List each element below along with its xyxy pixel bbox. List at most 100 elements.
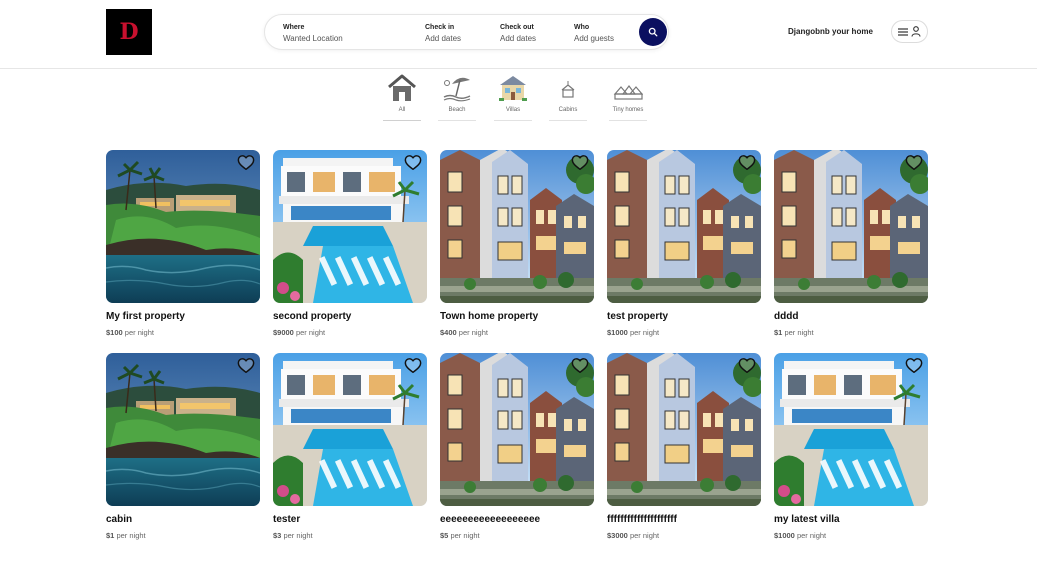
guests-field[interactable]: Who Add guests <box>574 23 614 44</box>
where-label: Where <box>283 24 305 31</box>
listing-image[interactable] <box>106 150 260 303</box>
listing-title[interactable]: cabin <box>106 513 260 526</box>
listing-image[interactable] <box>440 353 594 506</box>
townhouse-photo <box>607 150 761 303</box>
listing-image[interactable] <box>607 353 761 506</box>
listing-price: $1000 <box>774 531 795 540</box>
user-menu-button[interactable] <box>891 20 928 43</box>
favorite-heart-icon[interactable] <box>905 357 923 375</box>
listing-image[interactable] <box>774 150 928 303</box>
guests-value: Add guests <box>574 34 615 43</box>
user-icon <box>911 26 921 37</box>
listing-price-line: $9000 per night <box>273 328 427 338</box>
listing-price-line: $1 per night <box>774 328 928 338</box>
listing-image[interactable] <box>607 150 761 303</box>
listing-title[interactable]: test property <box>607 310 761 323</box>
search-button[interactable] <box>639 18 667 46</box>
listing-card[interactable]: test property $1000 per night <box>607 150 761 338</box>
category-label-tiny-homes: Tiny homes <box>612 107 644 113</box>
price-suffix: per night <box>450 531 480 540</box>
listing-card[interactable]: second property $9000 per night <box>273 150 427 338</box>
category-tiny-homes[interactable]: Tiny homes <box>606 72 650 121</box>
townhouse-photo <box>440 353 594 506</box>
listing-price: $3 <box>273 531 282 540</box>
favorite-heart-icon[interactable] <box>738 357 756 375</box>
listing-card[interactable]: eeeeeeeeeeeeeeeeee $5 per night <box>440 353 594 541</box>
favorite-heart-icon[interactable] <box>738 154 756 172</box>
favorite-heart-icon[interactable] <box>404 154 422 172</box>
listing-title[interactable]: tester <box>273 513 427 526</box>
beach-umbrella-icon <box>443 77 471 102</box>
category-bar: All Beach Villas Cabins Tiny homes <box>0 72 1037 128</box>
listing-title[interactable]: my latest villa <box>774 513 928 526</box>
category-label-villas: Villas <box>505 107 521 113</box>
listing-card[interactable]: Town home property $400 per night <box>440 150 594 338</box>
favorite-heart-icon[interactable] <box>571 357 589 375</box>
category-label-all: All <box>398 107 406 113</box>
pool-villa-photo <box>273 353 427 506</box>
price-suffix: per night <box>116 531 146 540</box>
listing-card[interactable]: fffffffffffffffffffff $3000 per night <box>607 353 761 541</box>
listing-price: $1000 <box>607 328 628 337</box>
villa-icon <box>499 76 527 101</box>
checkin-label: Check in <box>425 24 455 31</box>
listing-price-line: $1000 per night <box>774 531 928 541</box>
listing-price-line: $400 per night <box>440 328 594 338</box>
checkin-field[interactable]: Check in Add dates <box>425 23 461 44</box>
pool-villa-photo <box>774 353 928 506</box>
favorite-heart-icon[interactable] <box>905 154 923 172</box>
site-logo[interactable]: D <box>106 9 152 55</box>
listing-price: $100 <box>106 328 123 337</box>
listing-image[interactable] <box>273 150 427 303</box>
guests-label: Who <box>574 24 590 31</box>
listing-card[interactable]: my latest villa $1000 per night <box>774 353 928 541</box>
listing-price-line: $1000 per night <box>607 328 761 338</box>
cabin-icon <box>561 81 575 98</box>
listing-card[interactable]: cabin $1 per night <box>106 353 260 541</box>
house-icon <box>388 74 416 101</box>
favorite-heart-icon[interactable] <box>404 357 422 375</box>
listing-card[interactable]: My first property $100 per night <box>106 150 260 338</box>
listing-image[interactable] <box>774 353 928 506</box>
price-suffix: per night <box>283 531 313 540</box>
host-your-home-link[interactable]: Djangobnb your home <box>788 27 873 36</box>
search-bar[interactable]: Where Wanted Location Check in Add dates… <box>264 14 669 50</box>
favorite-heart-icon[interactable] <box>237 154 255 172</box>
listing-image[interactable] <box>273 353 427 506</box>
listing-title[interactable]: second property <box>273 310 427 323</box>
listing-title[interactable]: My first property <box>106 310 260 323</box>
checkout-field[interactable]: Check out Add dates <box>500 23 536 44</box>
favorite-heart-icon[interactable] <box>237 357 255 375</box>
category-beach[interactable]: Beach <box>435 72 479 121</box>
townhouse-photo <box>774 150 928 303</box>
listing-image[interactable] <box>106 353 260 506</box>
listing-title[interactable]: fffffffffffffffffffff <box>607 513 761 526</box>
category-label-cabins: Cabins <box>558 107 578 113</box>
townhouse-photo <box>440 150 594 303</box>
price-suffix: per night <box>796 531 827 540</box>
listing-card[interactable]: tester $3 per night <box>273 353 427 541</box>
listing-title[interactable]: eeeeeeeeeeeeeeeeee <box>440 513 594 526</box>
listing-price: $400 <box>440 328 457 337</box>
price-suffix: per night <box>629 531 660 540</box>
listing-image[interactable] <box>440 150 594 303</box>
tiny-homes-icon <box>613 85 643 100</box>
price-suffix: per night <box>458 328 488 337</box>
listing-title[interactable]: Town home property <box>440 310 594 323</box>
where-field[interactable]: Where Wanted Location <box>283 23 343 44</box>
checkout-label: Check out <box>500 24 534 31</box>
menu-icon <box>898 27 908 36</box>
favorite-heart-icon[interactable] <box>571 154 589 172</box>
listing-title[interactable]: dddd <box>774 310 928 323</box>
listing-price: $1 <box>774 328 783 337</box>
listing-card[interactable]: dddd $1 per night <box>774 150 928 338</box>
listing-price: $9000 <box>273 328 294 337</box>
price-suffix: per night <box>124 328 154 337</box>
listing-price-line: $1 per night <box>106 531 260 541</box>
top-header: D Where Wanted Location Check in Add dat… <box>0 0 1037 69</box>
category-cabins[interactable]: Cabins <box>546 72 590 121</box>
coastal-villa-photo <box>106 353 260 506</box>
category-villas[interactable]: Villas <box>491 72 535 121</box>
listing-price-line: $3 per night <box>273 531 427 541</box>
category-all[interactable]: All <box>380 72 424 121</box>
